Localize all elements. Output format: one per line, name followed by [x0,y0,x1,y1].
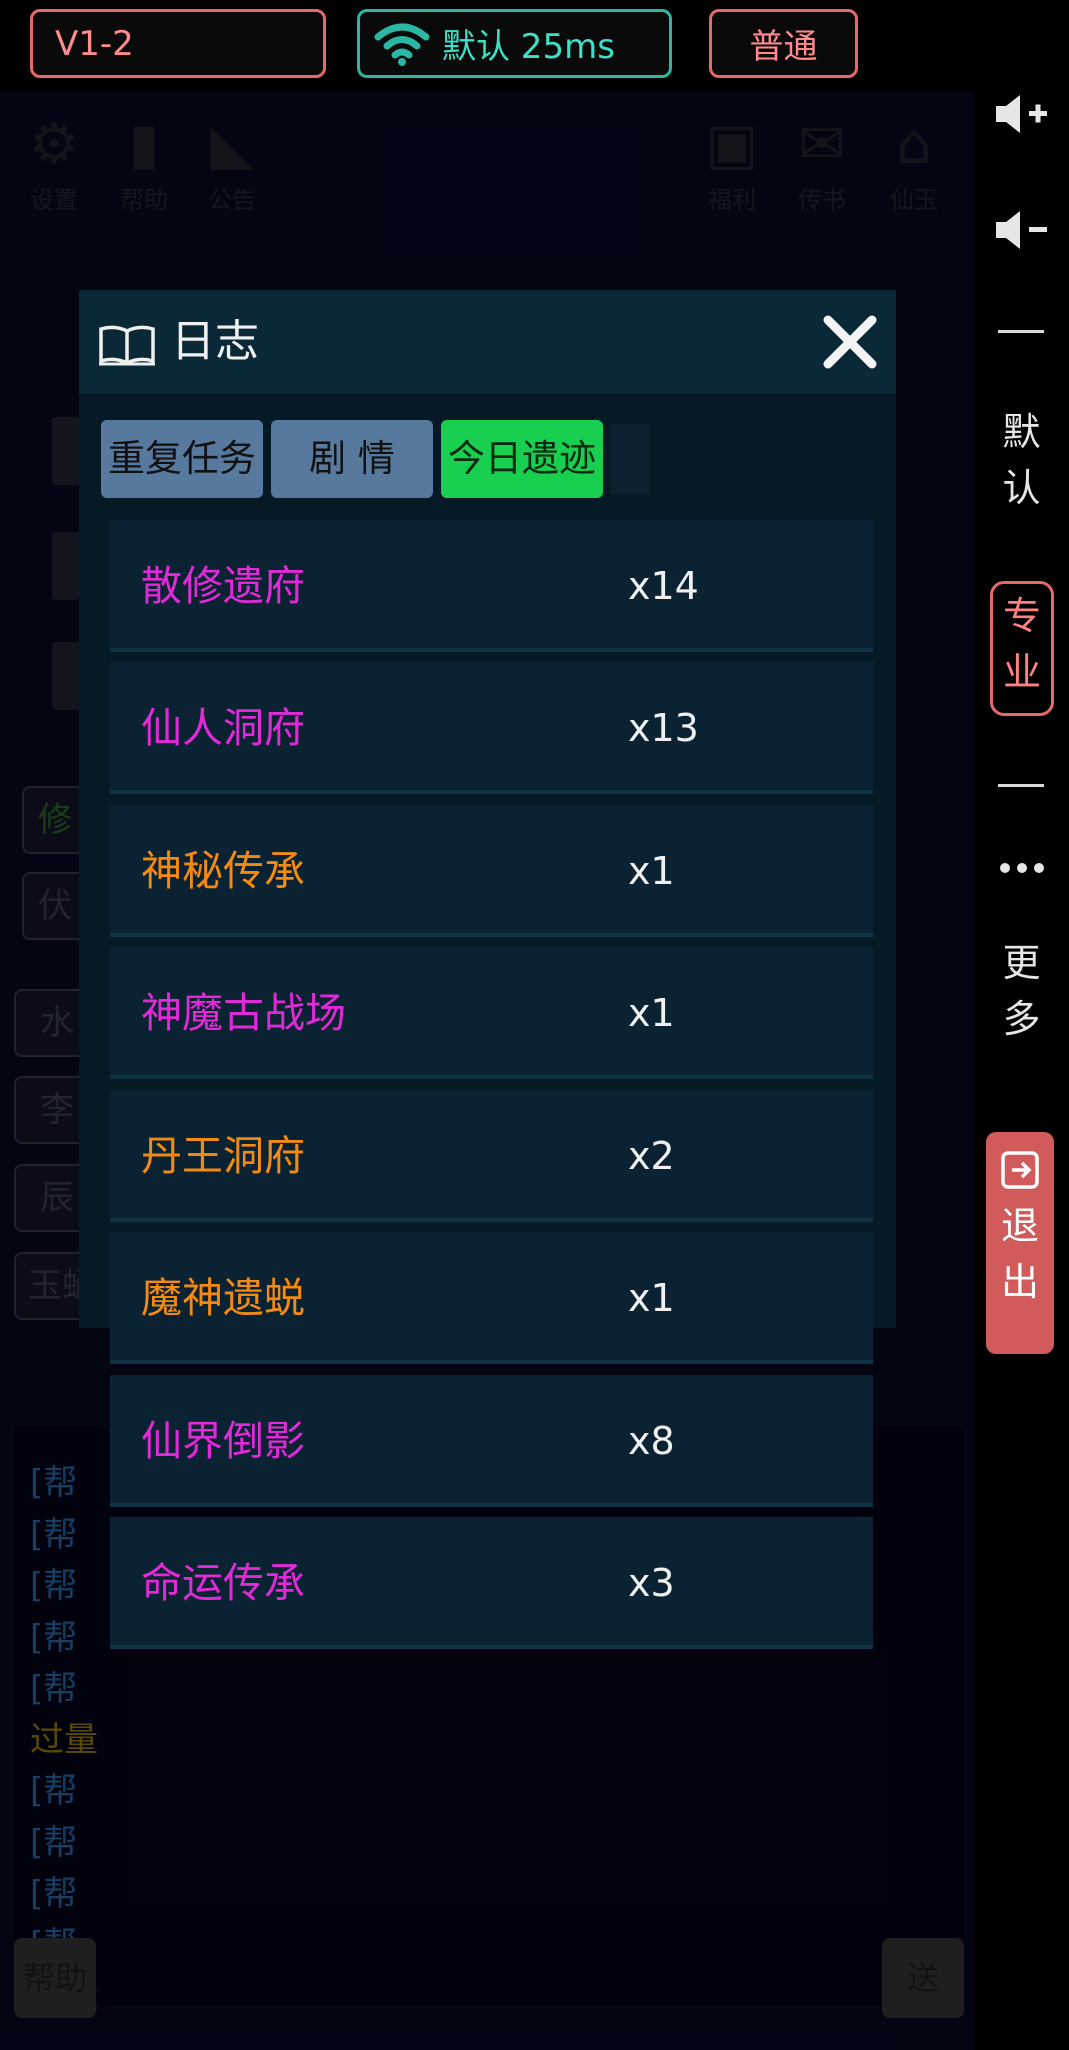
list-item[interactable]: 仙人洞府 x13 [110,662,873,794]
list-item[interactable]: 丹王洞府 x2 [110,1090,873,1222]
network-label: 默认 25ms [442,27,615,67]
tab-story[interactable]: 剧 情 [271,420,433,498]
exit-icon [986,1142,1054,1198]
mode-button[interactable]: 普通 [709,9,858,78]
tab-placeholder [611,424,649,494]
item-count: x1 [628,1276,675,1320]
divider [998,784,1044,787]
item-count: x8 [628,1419,675,1463]
item-name: 命运传承 [141,1559,305,1607]
network-button[interactable]: 默认 25ms [357,9,672,78]
item-count: x3 [628,1561,675,1605]
close-icon[interactable] [818,310,882,374]
side-panel: 默认 专业 更多 退出 [974,92,1069,2050]
volume-down-icon[interactable] [974,208,1069,252]
dialog-body: 重复任务 剧 情 今日遗迹 散修遗府 x14 仙人洞府 x13 神秘传承 x1 … [79,394,896,1649]
more-dots-icon[interactable] [974,862,1069,874]
version-button[interactable]: V1-2 [30,9,326,78]
volume-up-icon[interactable] [974,92,1069,136]
list-item[interactable]: 仙界倒影 x8 [110,1375,873,1507]
tab-repeat-tasks[interactable]: 重复任务 [101,420,263,498]
list-item[interactable]: 散修遗府 x14 [110,520,873,652]
item-name: 仙人洞府 [141,704,305,752]
item-count: x13 [628,706,699,750]
divider [998,330,1044,333]
item-name: 丹王洞府 [141,1132,305,1180]
list-item[interactable]: 神秘传承 x1 [110,805,873,937]
tab-bar: 重复任务 剧 情 今日遗迹 [101,420,649,498]
default-mode-label[interactable]: 默认 [974,404,1069,516]
tab-today-ruins[interactable]: 今日遗迹 [441,420,603,498]
dialog-title: 日志 [171,316,259,367]
item-name: 神秘传承 [141,847,305,895]
wifi-icon [374,23,430,66]
item-name: 仙界倒影 [141,1417,305,1465]
exit-button[interactable]: 退出 [986,1132,1054,1354]
more-label[interactable]: 更多 [974,935,1069,1047]
item-name: 散修遗府 [141,562,305,610]
item-count: x2 [628,1134,675,1178]
item-count: x1 [628,991,675,1035]
list-item[interactable]: 命运传承 x3 [110,1517,873,1649]
status-bar: V1-2 默认 25ms 普通 [0,0,1069,92]
item-count: x14 [628,564,699,608]
pro-mode-button[interactable]: 专业 [990,581,1054,716]
item-count: x1 [628,849,675,893]
log-dialog: 日志 重复任务 剧 情 今日遗迹 散修遗府 x14 仙人洞府 x13 神秘传承 … [79,290,896,1649]
book-icon [99,325,155,366]
list-item[interactable]: 神魔古战场 x1 [110,947,873,1079]
dialog-header: 日志 [79,290,896,394]
list-item[interactable]: 魔神遗蜕 x1 [110,1232,873,1364]
item-name: 神魔古战场 [141,989,346,1037]
item-name: 魔神遗蜕 [141,1274,305,1322]
